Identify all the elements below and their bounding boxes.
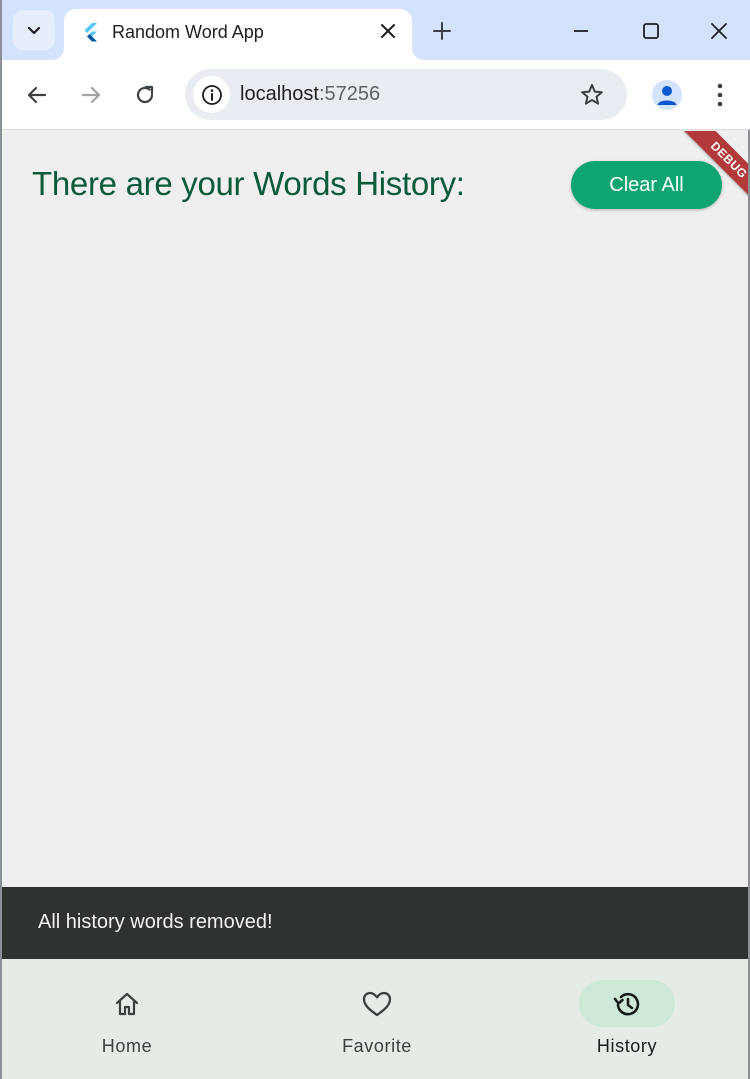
nav-icon-container [329, 980, 425, 1027]
page-title: There are your Words History: [32, 165, 465, 202]
nav-label-home: Home [101, 1036, 153, 1056]
history-icon [613, 992, 640, 1015]
nav-item-history[interactable]: History [502, 959, 748, 1079]
nav-item-home[interactable]: Home [2, 959, 252, 1079]
close-icon[interactable] [378, 21, 398, 41]
reload-icon [136, 85, 154, 104]
back-button[interactable] [22, 80, 52, 110]
star-icon[interactable] [579, 82, 605, 108]
tab-search-button[interactable] [13, 10, 55, 50]
flutter-icon [84, 23, 97, 42]
clear-all-button[interactable]: Clear All [571, 161, 722, 209]
minimize-icon[interactable] [568, 18, 594, 44]
nav-icon-container-active [579, 980, 675, 1027]
arrow-left-icon [27, 86, 47, 104]
person-icon [657, 86, 677, 105]
maximize-icon[interactable] [638, 18, 664, 44]
window-close-icon[interactable] [706, 18, 732, 44]
profile-avatar[interactable] [652, 80, 682, 110]
more-vert-icon[interactable] [707, 80, 733, 110]
arrow-right-icon [81, 86, 101, 104]
browser-tab[interactable]: Random Word App [64, 9, 412, 60]
snackbar: All history words removed! [2, 887, 748, 959]
app-content: There are your Words History: Clear All … [2, 131, 748, 1079]
url-host: localhost [240, 83, 319, 105]
tab-strip: Random Word App [2, 0, 750, 60]
nav-item-favorite[interactable]: Favorite [252, 959, 502, 1079]
url-port: :57256 [318, 83, 381, 105]
reload-button[interactable] [130, 80, 160, 110]
address-bar[interactable]: localhost:57256 [185, 69, 627, 120]
info-icon [201, 84, 222, 105]
url-text: localhost:57256 [240, 83, 380, 106]
nav-icon-container [79, 980, 175, 1027]
snackbar-message: All history words removed! [38, 911, 273, 933]
heart-icon [362, 991, 392, 1016]
site-info-button[interactable] [193, 76, 230, 113]
plus-icon[interactable] [428, 17, 456, 45]
nav-label-history: History [596, 1036, 658, 1056]
tab-title: Random Word App [112, 22, 264, 42]
home-icon [115, 992, 139, 1015]
browser-window: Random Word App localhost:57256 There ar… [0, 0, 750, 1079]
bottom-navigation-bar: Home Favorite History [2, 959, 748, 1079]
chevron-down-icon [27, 26, 41, 35]
nav-label-favorite: Favorite [342, 1036, 412, 1056]
forward-button[interactable] [76, 80, 106, 110]
browser-toolbar: localhost:57256 [2, 60, 750, 130]
